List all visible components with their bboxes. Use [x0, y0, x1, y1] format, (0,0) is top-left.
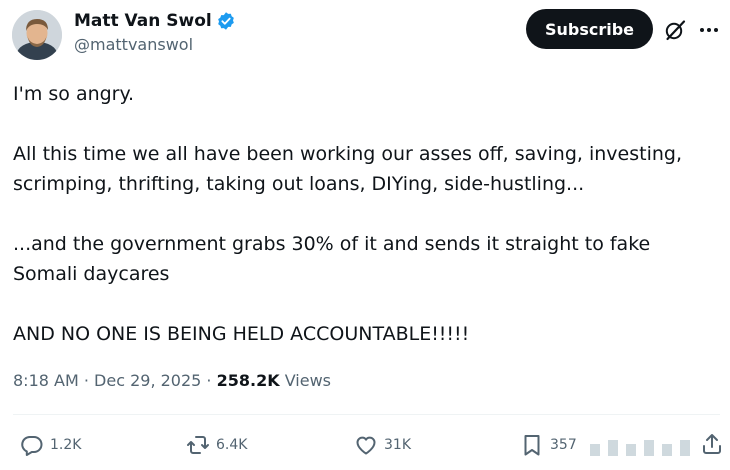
decorative-bar	[608, 440, 618, 456]
reply-count: 1.2K	[50, 437, 82, 453]
share-icon[interactable]	[700, 432, 724, 456]
decorative-bar	[626, 444, 636, 456]
avatar[interactable]	[12, 10, 62, 60]
tweet-meta: 8:18 AM · Dec 29, 2025 · 258.2K Views	[13, 369, 331, 393]
avatar-image	[12, 10, 62, 60]
bookmark-button[interactable]: 357	[520, 432, 577, 458]
reply-icon	[21, 435, 43, 456]
views-label: Views	[279, 371, 331, 390]
meta-separator: ·	[201, 371, 217, 390]
tweet-text: I'm so angry. All this time we all have …	[13, 83, 683, 345]
grok-icon[interactable]	[663, 18, 687, 42]
bookmark-icon	[524, 435, 540, 456]
like-count: 31K	[384, 437, 411, 453]
like-button[interactable]: 31K	[354, 432, 411, 458]
divider	[13, 414, 720, 415]
repost-icon	[187, 436, 209, 454]
tweet-date[interactable]: Dec 29, 2025	[94, 371, 201, 390]
views-count[interactable]: 258.2K	[217, 371, 280, 390]
decorative-bar	[644, 440, 654, 456]
repost-button[interactable]: 6.4K	[186, 432, 247, 458]
meta-separator: ·	[78, 371, 95, 390]
more-dots-icon[interactable]	[697, 18, 721, 42]
decorative-bars	[590, 434, 690, 456]
subscribe-button[interactable]: Subscribe	[526, 9, 653, 49]
repost-count: 6.4K	[216, 437, 248, 453]
handle[interactable]: @mattvanswol	[74, 35, 236, 54]
decorative-bar	[662, 444, 672, 456]
author-block: Matt Van Swol @mattvanswol	[74, 9, 236, 54]
verified-badge-icon[interactable]	[216, 11, 236, 31]
heart-icon	[356, 436, 376, 455]
bookmark-count: 357	[550, 437, 577, 453]
display-name[interactable]: Matt Van Swol	[74, 11, 212, 31]
decorative-bar	[680, 440, 690, 456]
name-row: Matt Van Swol	[74, 9, 236, 33]
decorative-bar	[590, 444, 600, 456]
tweet-time[interactable]: 8:18 AM	[13, 371, 79, 390]
reply-button[interactable]: 1.2K	[20, 432, 81, 458]
